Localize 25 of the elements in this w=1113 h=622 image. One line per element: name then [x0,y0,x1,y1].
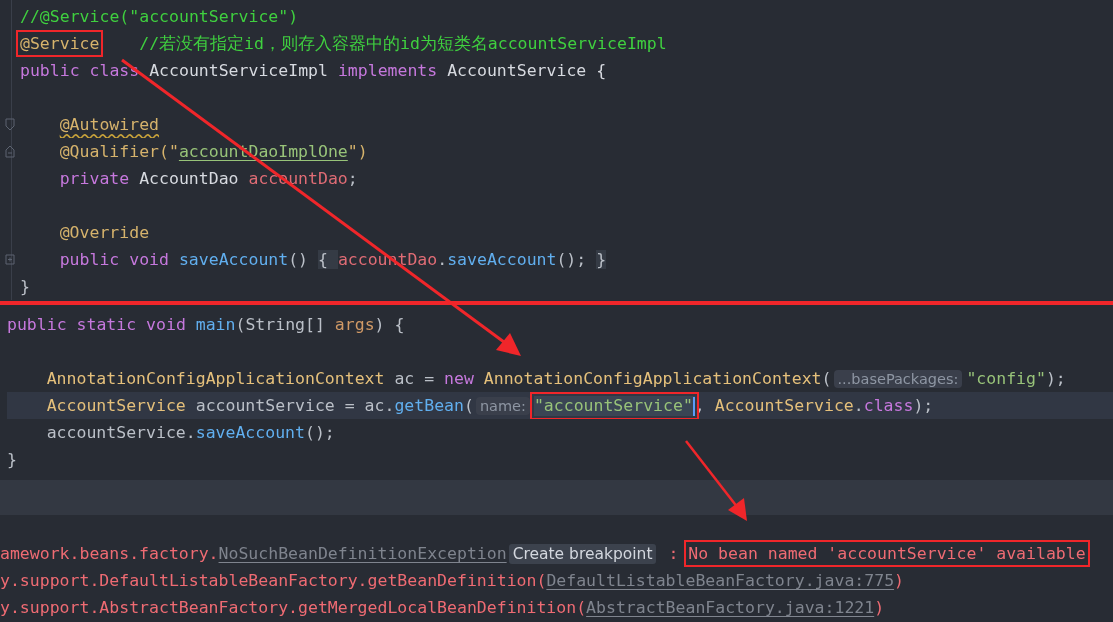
console-text: y.support.DefaultListableBeanFactory.getBeanDefinition(DefaultListableBeanFactory.java:775) [0,571,904,590]
code-line: AccountService accountService = ac.getBean( [46,396,474,415]
create-breakpoint-button[interactable]: Create breakpoint [508,543,657,564]
console-text: : [667,544,680,563]
code-line: @Override [59,223,150,242]
file-link[interactable]: NoSuchBeanDefinitionException [218,544,507,563]
code-line: public static void main(String[] args) { [7,315,405,334]
code-line: "config"); [966,369,1066,388]
fold-icon[interactable] [5,118,15,131]
file-link[interactable]: DefaultListableBeanFactory.java:775 [546,571,895,590]
code-line: public class AccountServiceImpl implements AccountService { [20,61,607,80]
code-line: //@Service("accountService") [20,7,299,26]
console-text: amework.beans.factory.NoSuchBeanDefinitionException [0,544,507,563]
code-line: } [20,277,30,296]
file-link[interactable]: AbstractBeanFactory.java:1221 [586,598,875,617]
code-line: accountService.saveAccount(); [46,423,335,442]
code-line: AnnotationConfigApplicationContext ac = new AnnotationConfigApplicationContext( [46,369,832,388]
expand-icon[interactable] [5,253,15,266]
code-line: @Autowired [59,115,160,134]
code-line: //若没有指定id，则存入容器中的id为短类名accountServiceImpl [138,32,667,55]
code-line: } [7,450,17,469]
parameter-hint: name: [475,396,530,415]
console-text: y.support.AbstractBeanFactory.getMergedLocalBeanDefinition(AbstractBeanFactory.java:1221) [0,598,885,617]
parameter-hint: ...basePackages: [833,369,963,388]
fold-icon[interactable] [5,145,15,158]
